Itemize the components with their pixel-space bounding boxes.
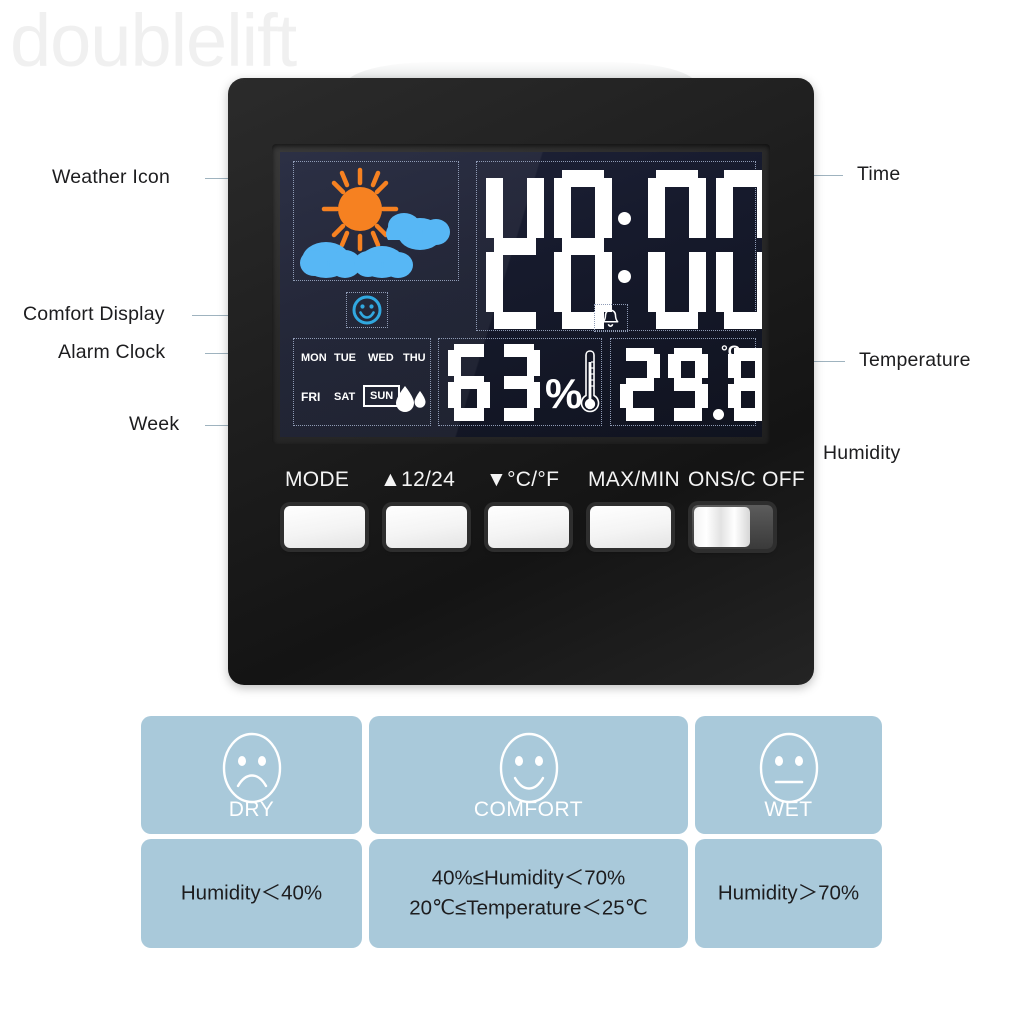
c-f-button[interactable] bbox=[488, 506, 569, 548]
comfort-chart: DRY Humidity＜40% COMFORT 40%≤Humidity＜70… bbox=[141, 716, 882, 948]
annotation-time: Time bbox=[857, 163, 901, 185]
time-digit-m2 bbox=[716, 170, 762, 329]
chart-label-wet: WET bbox=[764, 798, 813, 821]
chart-label-dry: DRY bbox=[228, 798, 275, 821]
lcd-screen: MON TUE WED THU FRI SAT SUN % °C bbox=[280, 152, 762, 437]
time-digit-h2 bbox=[554, 170, 612, 329]
humidity-digits bbox=[448, 344, 540, 421]
button-label-12-24: ▲12/24 bbox=[380, 468, 456, 491]
mode-button[interactable] bbox=[284, 506, 365, 548]
week-day-fri: FRI bbox=[301, 390, 321, 404]
temperature-digit-2 bbox=[668, 348, 708, 421]
week-day-wed: WED bbox=[368, 352, 394, 364]
button-label-c-f: ▼°C/°F bbox=[486, 468, 560, 491]
time-colon bbox=[618, 170, 631, 320]
chart-condition-wet: Humidity＞70% bbox=[717, 881, 860, 905]
chart-cell-dry-header: DRY bbox=[141, 716, 362, 834]
sun-with-clouds-icon bbox=[300, 167, 450, 278]
week-day-mon: MON bbox=[301, 352, 327, 364]
12-24-button[interactable] bbox=[386, 506, 467, 548]
annotation-week: Week bbox=[129, 413, 180, 435]
chart-column-wet: WET Humidity＞70% bbox=[695, 716, 882, 948]
annotation-alarm-clock: Alarm Clock bbox=[58, 341, 166, 363]
chart-cell-wet-header: WET bbox=[695, 716, 882, 834]
chart-label-comfort: COMFORT bbox=[473, 798, 584, 821]
smiley-face-icon bbox=[352, 295, 382, 325]
infographic-root: doublelift Weather Icon Comfort Display … bbox=[0, 0, 1020, 1020]
week-day-sat: SAT bbox=[334, 391, 356, 403]
time-digit-m1 bbox=[648, 170, 706, 329]
bell-icon bbox=[602, 308, 619, 327]
temperature-digits bbox=[620, 348, 762, 421]
chart-condition-comfort-line2: 20℃≤Temperature＜25℃ bbox=[409, 896, 648, 920]
humidity-digit-1 bbox=[448, 344, 490, 421]
button-label-mode: MODE bbox=[285, 468, 350, 491]
chart-cell-comfort-header: COMFORT bbox=[369, 716, 688, 834]
smiley-face-icon bbox=[499, 732, 558, 804]
humidity-digit-2 bbox=[498, 344, 540, 421]
weather-station-device: MON TUE WED THU FRI SAT SUN % °C MODE ▲1… bbox=[228, 78, 814, 685]
chart-cell-comfort-condition: 40%≤Humidity＜70% 20℃≤Temperature＜25℃ bbox=[369, 839, 688, 948]
week-day-thu: THU bbox=[403, 352, 426, 364]
time-hours bbox=[486, 170, 612, 329]
chart-condition-comfort: 40%≤Humidity＜70% 20℃≤Temperature＜25℃ bbox=[369, 863, 688, 925]
water-drop-icon bbox=[396, 386, 426, 412]
annotation-humidity: Humidity bbox=[823, 442, 901, 464]
annotation-temperature: Temperature bbox=[859, 349, 971, 371]
time-digit-h1 bbox=[486, 170, 544, 329]
chart-cell-wet-condition: Humidity＞70% bbox=[695, 839, 882, 948]
button-label-on-off: ONS/C OFF bbox=[688, 468, 806, 491]
week-day-tue: TUE bbox=[334, 352, 356, 364]
time-minutes bbox=[648, 170, 762, 329]
chart-condition-dry: Humidity＜40% bbox=[180, 881, 323, 905]
watermark-text: doublelift bbox=[10, 0, 297, 82]
annotation-weather-icon: Weather Icon bbox=[52, 166, 171, 188]
chart-column-dry: DRY Humidity＜40% bbox=[141, 716, 362, 948]
neutral-face-icon bbox=[759, 732, 818, 804]
thermometer-icon bbox=[580, 350, 600, 413]
chart-column-comfort: COMFORT 40%≤Humidity＜70% 20℃≤Temperature… bbox=[369, 716, 688, 948]
button-label-max-min: MAX/MIN bbox=[588, 468, 680, 491]
chart-condition-comfort-line1: 40%≤Humidity＜70% bbox=[431, 865, 626, 889]
on-off-switch[interactable] bbox=[692, 505, 773, 549]
temperature-digit-1 bbox=[620, 348, 660, 421]
max-min-button[interactable] bbox=[590, 506, 671, 548]
annotation-comfort-display: Comfort Display bbox=[23, 303, 165, 325]
sad-face-icon bbox=[222, 732, 281, 804]
chart-cell-dry-condition: Humidity＜40% bbox=[141, 839, 362, 948]
switch-knob[interactable] bbox=[694, 507, 750, 547]
humidity-unit: % bbox=[545, 370, 583, 417]
temperature-unit: °C bbox=[721, 342, 741, 361]
